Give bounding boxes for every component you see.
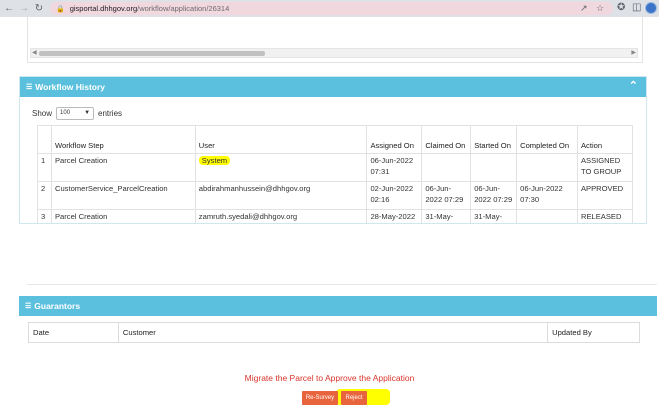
table-row: 2 CustomerService_ParcelCreation abdirah… — [37, 181, 634, 210]
workflow-history-body: Show 100 ▼ entries Workflow Step User As… — [20, 97, 646, 223]
scroll-right-icon[interactable]: ▶ — [631, 49, 636, 58]
sidepanel-icon[interactable]: ◫ — [632, 2, 641, 13]
back-icon[interactable]: ← — [3, 3, 15, 15]
row-completed — [516, 209, 578, 223]
scrollbar-thumb[interactable] — [39, 51, 265, 56]
guarantors-header[interactable]: ☰ Guarantors — [19, 296, 657, 316]
forward-icon[interactable]: → — [18, 3, 30, 15]
show-label: Show — [32, 108, 53, 118]
migrate-message: Migrate the Parcel to Approve the Applic… — [244, 373, 415, 383]
row-num: 1 — [37, 153, 52, 182]
table-row: 3 Parcel Creation zamruth.syedali@dhhgov… — [37, 209, 634, 223]
table-header-row: Workflow Step User Assigned On Claimed O… — [37, 125, 634, 154]
guarantors-table: Date Customer Updated By — [28, 322, 640, 343]
reject-button[interactable]: Reject — [341, 391, 367, 405]
star-icon[interactable]: ☆ — [596, 3, 604, 14]
row-claimed — [421, 153, 472, 182]
col-header-customer[interactable]: Customer — [117, 322, 549, 343]
row-step: Parcel Creation — [50, 209, 196, 223]
list-icon: ☰ — [26, 84, 33, 91]
entries-select[interactable]: 100 ▼ — [56, 106, 95, 120]
chevron-up-icon[interactable]: ⌃ — [629, 79, 638, 92]
col-header-num[interactable] — [37, 125, 52, 154]
chevron-down-icon: ▼ — [84, 110, 91, 116]
scroll-left-icon[interactable]: ◀ — [32, 49, 37, 58]
horizontal-scrollbar[interactable]: ◀ ▶ — [30, 48, 638, 58]
row-assigned: 28-May-2022 — [366, 209, 423, 223]
row-num: 3 — [37, 209, 52, 223]
url-path: /workflow/application/26314 — [137, 4, 230, 13]
table-row: 1 Parcel Creation System 06-Jun-2022 07:… — [37, 153, 634, 182]
col-header-claimed[interactable]: Claimed On — [421, 125, 472, 154]
col-header-updated-by[interactable]: Updated By — [547, 322, 640, 343]
row-assigned: 02-Jun-2022 02:16 — [366, 181, 423, 210]
col-header-assigned[interactable]: Assigned On — [366, 125, 423, 154]
row-claimed: 31-May- — [421, 209, 472, 223]
row-step: CustomerService_ParcelCreation — [50, 181, 196, 210]
list-icon: ☰ — [25, 303, 32, 310]
row-action: RELEASED — [576, 209, 634, 223]
row-started: 31-May- — [470, 209, 518, 223]
col-header-completed[interactable]: Completed On — [516, 125, 578, 154]
row-action: ASSIGNED TO GROUP — [576, 153, 634, 182]
resurvey-button[interactable]: Re-Survey — [302, 391, 338, 405]
row-completed: 06-Jun-2022 07:30 — [516, 181, 578, 210]
guarantors-panel: ☰ Guarantors Date Customer Updated By — [19, 296, 657, 372]
row-action: APPROVED — [576, 181, 634, 210]
row-num: 2 — [37, 181, 52, 210]
col-header-action[interactable]: Action — [576, 125, 634, 154]
lock-icon[interactable]: 🔒 — [56, 5, 65, 13]
row-user: abdirahmanhussein@dhhgov.org — [194, 181, 368, 210]
col-header-date[interactable]: Date — [28, 322, 119, 343]
row-user-cell: System — [194, 153, 368, 182]
url-host: gisportal.dhhgov.org — [69, 4, 138, 13]
col-header-user[interactable]: User — [194, 125, 368, 154]
workflow-table: Workflow Step User Assigned On Claimed O… — [37, 125, 634, 223]
col-header-started[interactable]: Started On — [470, 125, 518, 154]
row-user: System — [198, 156, 231, 165]
entries-control: Show 100 ▼ entries — [32, 105, 634, 121]
address-bar[interactable]: 🔒 gisportal.dhhgov.org/workflow/applicat… — [50, 2, 613, 15]
section-divider — [27, 284, 657, 285]
share-icon[interactable]: ↗ — [580, 3, 588, 14]
row-assigned: 06-Jun-2022 07:31 — [366, 153, 423, 182]
workflow-history-header[interactable]: ☰ Workflow History ⌃ — [20, 77, 646, 97]
row-started: 06-Jun-2022 07:29 — [470, 181, 518, 210]
workflow-history-title: Workflow History — [35, 82, 106, 92]
row-started — [470, 153, 518, 182]
guarantors-title: Guarantors — [34, 301, 81, 311]
reload-icon[interactable]: ↻ — [33, 3, 45, 15]
col-header-step[interactable]: Workflow Step — [50, 125, 196, 154]
table-header-row: Date Customer Updated By — [28, 322, 640, 343]
profile-avatar[interactable] — [645, 2, 657, 14]
browser-toolbar: ← → ↻ 🔒 gisportal.dhhgov.org/workflow/ap… — [0, 0, 659, 17]
entries-label: entries — [98, 108, 123, 118]
row-step: Parcel Creation — [50, 153, 196, 182]
extensions-icon[interactable]: ✪ — [617, 2, 625, 13]
entries-value: 100 — [60, 110, 71, 116]
row-completed — [516, 153, 578, 182]
workflow-history-panel: ☰ Workflow History ⌃ Show 100 ▼ entries … — [19, 76, 647, 224]
row-user: zamruth.syedali@dhhgov.org — [194, 209, 368, 223]
row-claimed: 06-Jun-2022 07:29 — [421, 181, 472, 210]
